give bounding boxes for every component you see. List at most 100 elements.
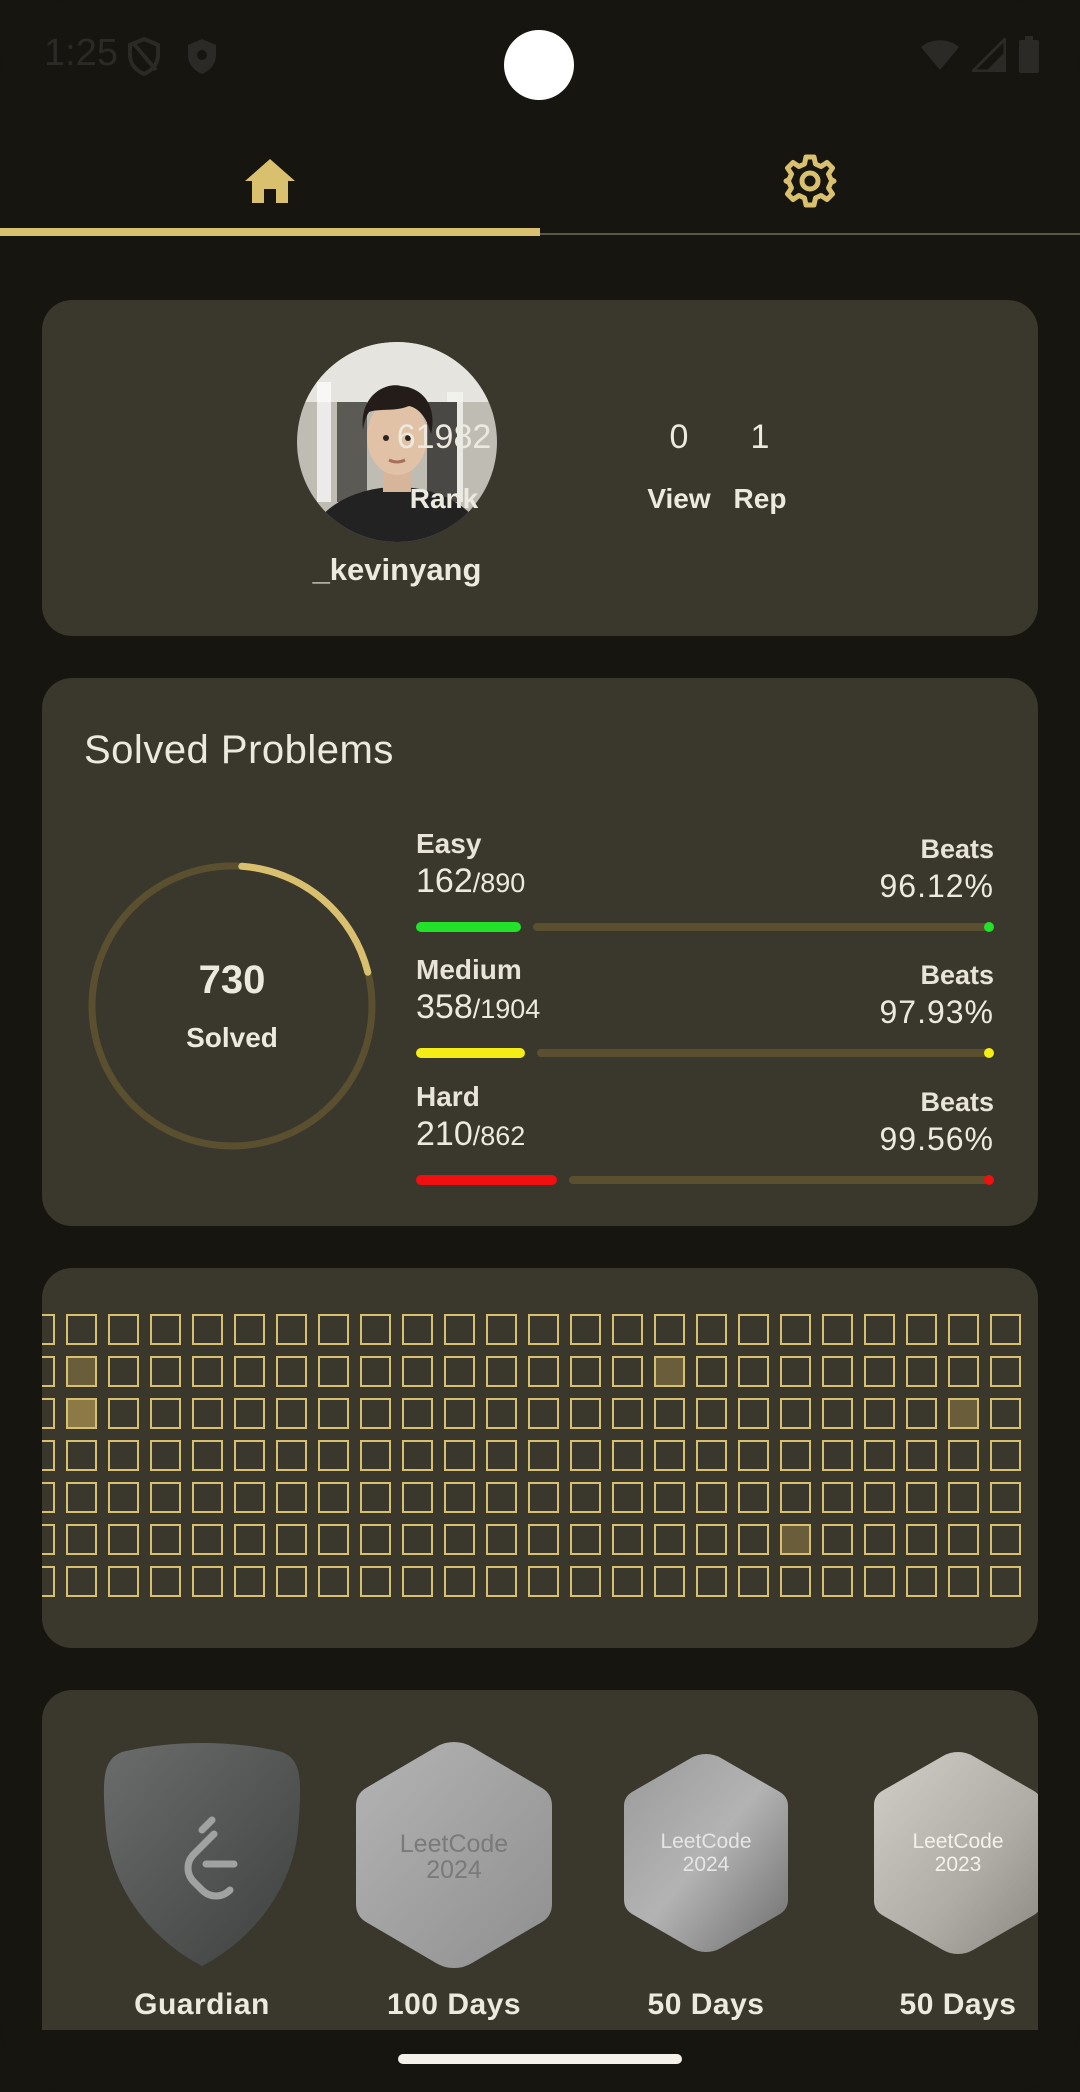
heatmap-cell[interactable]: [318, 1356, 349, 1387]
heatmap-cell[interactable]: [108, 1398, 139, 1429]
heatmap-cell[interactable]: [528, 1314, 559, 1345]
heatmap-cell[interactable]: [486, 1440, 517, 1471]
heatmap-cell[interactable]: [66, 1356, 97, 1387]
heatmap-cell[interactable]: [948, 1482, 979, 1513]
heatmap-cell[interactable]: [822, 1524, 853, 1555]
heatmap-cell[interactable]: [696, 1356, 727, 1387]
heatmap-cell[interactable]: [192, 1440, 223, 1471]
heatmap-cell[interactable]: [612, 1566, 643, 1597]
heatmap-cell[interactable]: [234, 1566, 265, 1597]
heatmap-cell[interactable]: [276, 1566, 307, 1597]
heatmap-cell[interactable]: [42, 1566, 55, 1597]
heatmap-cell[interactable]: [234, 1440, 265, 1471]
tab-home[interactable]: [0, 130, 540, 236]
heatmap-cell[interactable]: [486, 1314, 517, 1345]
heatmap-cell[interactable]: [822, 1356, 853, 1387]
heatmap-cell[interactable]: [654, 1314, 685, 1345]
heatmap-cell[interactable]: [108, 1524, 139, 1555]
heatmap-cell[interactable]: [906, 1524, 937, 1555]
heatmap-cell[interactable]: [864, 1398, 895, 1429]
heatmap-cell[interactable]: [906, 1398, 937, 1429]
heatmap-cell[interactable]: [528, 1440, 559, 1471]
heatmap-cell[interactable]: [192, 1398, 223, 1429]
heatmap-cell[interactable]: [570, 1566, 601, 1597]
heatmap-cell[interactable]: [780, 1482, 811, 1513]
heatmap-cell[interactable]: [906, 1356, 937, 1387]
heatmap-cell[interactable]: [66, 1524, 97, 1555]
heatmap-cell[interactable]: [780, 1356, 811, 1387]
heatmap-cell[interactable]: [276, 1398, 307, 1429]
heatmap-cell[interactable]: [570, 1314, 601, 1345]
heatmap-cell[interactable]: [192, 1356, 223, 1387]
gesture-home-bar[interactable]: [398, 2054, 682, 2064]
heatmap-cell[interactable]: [66, 1440, 97, 1471]
heatmap-cell[interactable]: [738, 1524, 769, 1555]
heatmap-cell[interactable]: [990, 1440, 1021, 1471]
heatmap-cell[interactable]: [738, 1566, 769, 1597]
badge-100-days[interactable]: LeetCode 2024 100 Days: [354, 1740, 554, 2022]
heatmap-cell[interactable]: [360, 1482, 391, 1513]
heatmap-cell[interactable]: [360, 1440, 391, 1471]
heatmap-cell[interactable]: [150, 1398, 181, 1429]
heatmap-cell[interactable]: [42, 1314, 55, 1345]
heatmap-cell[interactable]: [780, 1314, 811, 1345]
heatmap-cell[interactable]: [360, 1398, 391, 1429]
heatmap-cell[interactable]: [192, 1566, 223, 1597]
heatmap-cell[interactable]: [276, 1524, 307, 1555]
heatmap-cell[interactable]: [486, 1482, 517, 1513]
heatmap-cell[interactable]: [402, 1482, 433, 1513]
heatmap-cell[interactable]: [738, 1356, 769, 1387]
heatmap-cell[interactable]: [948, 1524, 979, 1555]
heatmap-cell[interactable]: [486, 1524, 517, 1555]
heatmap-cell[interactable]: [234, 1398, 265, 1429]
heatmap-cell[interactable]: [150, 1356, 181, 1387]
heatmap-cell[interactable]: [444, 1524, 475, 1555]
heatmap-cell[interactable]: [654, 1482, 685, 1513]
heatmap-cell[interactable]: [906, 1566, 937, 1597]
heatmap-cell[interactable]: [42, 1440, 55, 1471]
badge-guardian[interactable]: Guardian: [102, 1740, 302, 2022]
heatmap-cell[interactable]: [780, 1440, 811, 1471]
heatmap-cell[interactable]: [990, 1482, 1021, 1513]
heatmap-cell[interactable]: [108, 1314, 139, 1345]
heatmap-cell[interactable]: [402, 1566, 433, 1597]
heatmap-cell[interactable]: [696, 1398, 727, 1429]
heatmap-cell[interactable]: [318, 1524, 349, 1555]
heatmap-cell[interactable]: [402, 1356, 433, 1387]
heatmap-cell[interactable]: [696, 1440, 727, 1471]
heatmap-cell[interactable]: [990, 1524, 1021, 1555]
heatmap-cell[interactable]: [990, 1566, 1021, 1597]
heatmap-cell[interactable]: [192, 1314, 223, 1345]
heatmap-cell[interactable]: [318, 1398, 349, 1429]
heatmap-cell[interactable]: [738, 1314, 769, 1345]
heatmap-cell[interactable]: [276, 1356, 307, 1387]
heatmap-cell[interactable]: [990, 1356, 1021, 1387]
heatmap-cell[interactable]: [360, 1356, 391, 1387]
heatmap-cell[interactable]: [234, 1314, 265, 1345]
heatmap-cell[interactable]: [906, 1482, 937, 1513]
heatmap-cell[interactable]: [528, 1482, 559, 1513]
heatmap-cell[interactable]: [192, 1482, 223, 1513]
badge-50-days-2024[interactable]: LeetCode 2024 50 Days: [606, 1740, 806, 2022]
heatmap-cell[interactable]: [528, 1566, 559, 1597]
heatmap-cell[interactable]: [150, 1482, 181, 1513]
heatmap-cell[interactable]: [612, 1524, 643, 1555]
heatmap-cell[interactable]: [150, 1566, 181, 1597]
heatmap-cell[interactable]: [444, 1482, 475, 1513]
heatmap-cell[interactable]: [42, 1482, 55, 1513]
heatmap-cell[interactable]: [696, 1524, 727, 1555]
heatmap-cell[interactable]: [570, 1398, 601, 1429]
heatmap-cell[interactable]: [822, 1482, 853, 1513]
heatmap-cell[interactable]: [738, 1398, 769, 1429]
heatmap-cell[interactable]: [318, 1566, 349, 1597]
heatmap-cell[interactable]: [528, 1524, 559, 1555]
heatmap-cell[interactable]: [570, 1524, 601, 1555]
heatmap-cell[interactable]: [822, 1440, 853, 1471]
heatmap-cell[interactable]: [906, 1314, 937, 1345]
heatmap-cell[interactable]: [864, 1356, 895, 1387]
heatmap-cell[interactable]: [948, 1356, 979, 1387]
heatmap-cell[interactable]: [612, 1440, 643, 1471]
heatmap-cell[interactable]: [864, 1482, 895, 1513]
heatmap-cell[interactable]: [612, 1398, 643, 1429]
heatmap-cell[interactable]: [402, 1440, 433, 1471]
